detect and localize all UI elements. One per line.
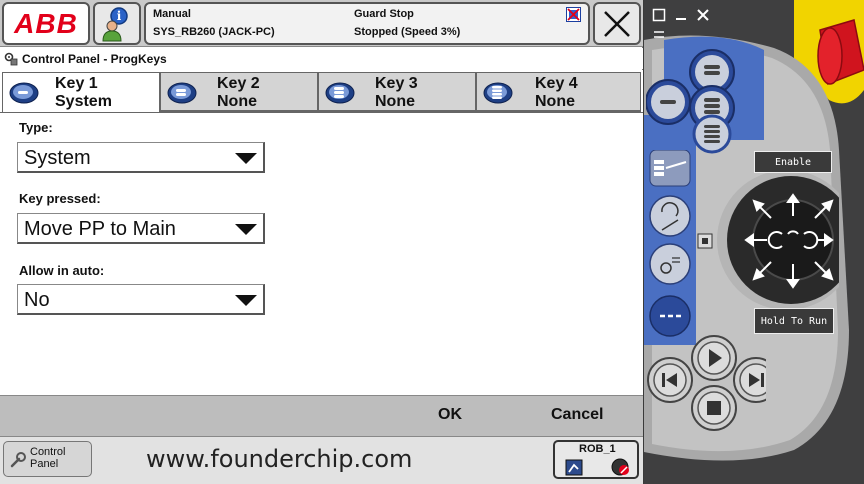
stop-button[interactable] xyxy=(691,385,737,431)
start-button[interactable] xyxy=(691,335,737,381)
wrench-icon xyxy=(10,452,26,468)
increment-key[interactable] xyxy=(649,243,691,285)
speed-icon xyxy=(611,458,629,476)
key-tabs: Key 1 System Key 2 None Key 3 None Key 4… xyxy=(0,70,643,114)
hold-to-run-label: Hold To Run xyxy=(760,315,828,327)
tab-key-1[interactable]: Key 1 System xyxy=(2,72,160,114)
minimize-icon[interactable] xyxy=(674,8,688,22)
taskbar-control-panel-button[interactable]: Control Panel xyxy=(3,441,92,477)
prog-key-4[interactable] xyxy=(692,114,732,154)
system-text: SYS_RB260 (JACK-PC) xyxy=(153,26,275,38)
key-settings-form: Type: System Key pressed: Move PP to Mai… xyxy=(0,112,643,395)
watermark-text: www.founderchip.com xyxy=(146,445,413,473)
run-status-text: Stopped (Speed 3%) xyxy=(354,26,461,38)
tab-key-4-value: None xyxy=(535,93,575,110)
tab-key-1-value: System xyxy=(55,93,112,110)
maximize-icon[interactable] xyxy=(652,8,666,22)
hold-to-run-button[interactable]: Hold To Run xyxy=(754,308,834,334)
pendant-screen: ABB i Manual SYS_RB260 (JACK-PC) Guard S… xyxy=(0,0,643,484)
emergency-stop-button[interactable] xyxy=(810,10,864,90)
status-panel[interactable]: Manual SYS_RB260 (JACK-PC) Guard Stop St… xyxy=(144,2,590,45)
programmable-keys xyxy=(646,49,735,154)
pendant-hardware: Enable Hold To Run xyxy=(644,0,864,484)
ok-button[interactable]: OK xyxy=(438,406,462,424)
step-forward-button[interactable] xyxy=(733,357,766,403)
enable-label: Enable xyxy=(774,156,812,168)
enable-button[interactable]: Enable xyxy=(754,151,832,173)
tab-key-4[interactable]: Key 4 None xyxy=(476,72,641,112)
view-title-bar: Control Panel - ProgKeys xyxy=(0,48,643,69)
mechanical-unit-key[interactable] xyxy=(649,150,691,187)
event-log-button[interactable]: i xyxy=(93,2,141,45)
type-value: System xyxy=(24,147,91,169)
close-icon xyxy=(604,10,630,37)
abb-menu-button[interactable]: ABB xyxy=(2,2,90,45)
key-pressed-label: Key pressed: xyxy=(19,191,101,206)
stylus-holder-icon xyxy=(697,233,713,249)
tab-key-1-title: Key 1 xyxy=(55,75,98,92)
tab-key-3-title: Key 3 xyxy=(375,75,418,92)
chevron-down-icon xyxy=(235,295,257,306)
quickset-button[interactable]: ROB_1 xyxy=(553,440,639,479)
allow-in-auto-label: Allow in auto: xyxy=(19,263,105,278)
guard-status-text: Guard Stop xyxy=(354,8,414,20)
toggle-key[interactable] xyxy=(649,295,691,337)
key-3-icon xyxy=(325,82,355,104)
motors-off-icon xyxy=(566,7,581,22)
step-backward-button[interactable] xyxy=(647,357,693,403)
key-pressed-value: Move PP to Main xyxy=(24,218,176,240)
tab-key-3-value: None xyxy=(375,93,415,110)
chevron-down-icon xyxy=(235,153,257,164)
task-bar: Control Panel www.founderchip.com ROB_1 xyxy=(0,437,643,484)
abb-logo: ABB xyxy=(14,7,78,39)
type-dropdown[interactable]: System xyxy=(17,142,265,173)
close-device-icon[interactable] xyxy=(696,8,710,22)
control-panel-label-line1: Control xyxy=(30,446,66,458)
cancel-button[interactable]: Cancel xyxy=(551,406,603,424)
tab-key-2-title: Key 2 xyxy=(217,75,260,92)
prog-key-1[interactable] xyxy=(646,79,691,125)
joystick[interactable] xyxy=(699,168,839,312)
virtual-flexpendant: ABB i Manual SYS_RB260 (JACK-PC) Guard S… xyxy=(0,0,864,484)
type-label: Type: xyxy=(19,120,53,135)
mode-text: Manual xyxy=(153,8,191,20)
control-panel-icon xyxy=(4,52,18,66)
chevron-down-icon xyxy=(235,224,257,235)
pin-icon[interactable] xyxy=(652,28,666,42)
tab-key-2[interactable]: Key 2 None xyxy=(160,72,318,112)
tab-key-3[interactable]: Key 3 None xyxy=(318,72,476,112)
allow-in-auto-dropdown[interactable]: No xyxy=(17,284,265,315)
allow-in-auto-value: No xyxy=(24,289,50,311)
key-pressed-dropdown[interactable]: Move PP to Main xyxy=(17,213,265,244)
tab-key-4-title: Key 4 xyxy=(535,75,578,92)
key-1-icon xyxy=(9,82,39,104)
top-status-bar: ABB i Manual SYS_RB260 (JACK-PC) Guard S… xyxy=(0,0,643,47)
svg-text:i: i xyxy=(117,9,122,23)
key-4-icon xyxy=(483,82,513,104)
robot-label: ROB_1 xyxy=(579,443,616,455)
control-panel-label-line2: Panel xyxy=(30,458,59,470)
command-bar: OK Cancel xyxy=(0,395,643,437)
robot-jog-icon xyxy=(565,459,583,476)
tab-key-2-value: None xyxy=(217,93,257,110)
execution-buttons xyxy=(647,335,766,431)
motion-mode-key[interactable] xyxy=(649,195,691,237)
side-function-keys xyxy=(649,150,691,337)
view-title: Control Panel - ProgKeys xyxy=(22,51,167,66)
key-2-icon xyxy=(167,82,197,104)
operator-info-icon: i xyxy=(102,6,128,41)
close-view-button[interactable] xyxy=(593,2,641,45)
